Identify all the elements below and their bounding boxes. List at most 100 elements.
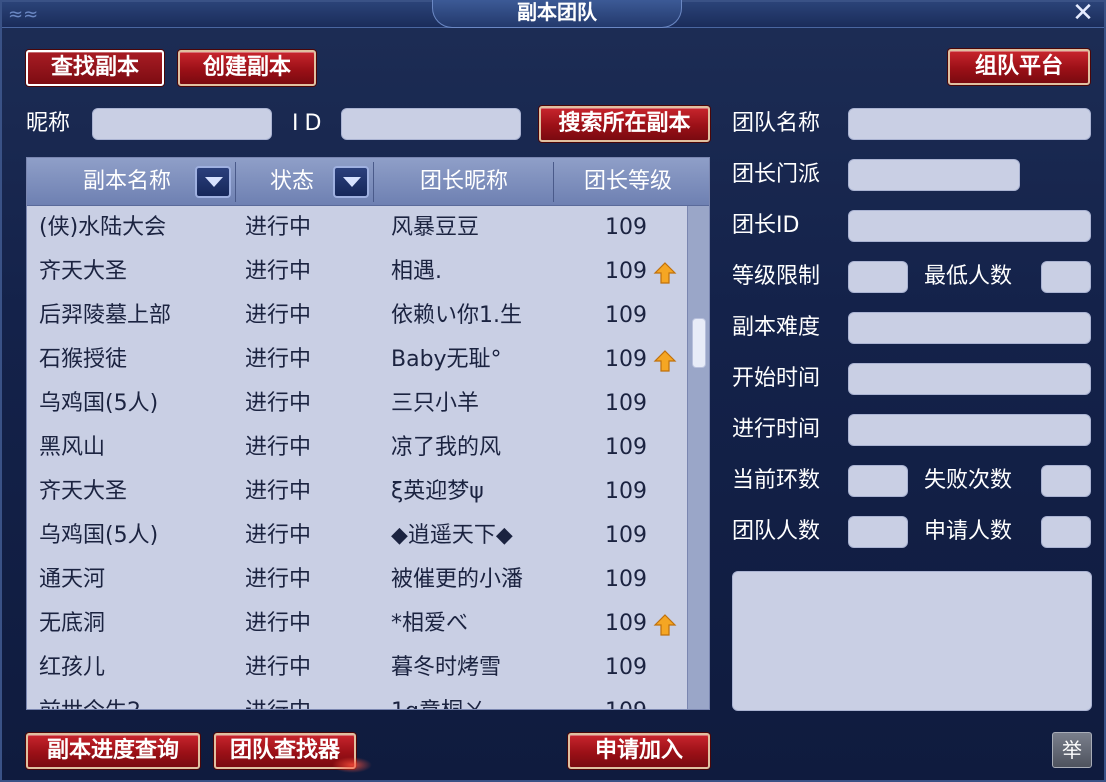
title-bar: ≈≈ 副本团队 ✕ (2, 0, 1104, 28)
cell-status: 进行中 (245, 479, 312, 504)
corner-ornament-left-icon: ≈≈ (8, 4, 39, 25)
id-field[interactable] (341, 108, 521, 140)
nickname-input[interactable] (93, 109, 271, 139)
table-row[interactable]: 后羿陵墓上部 进行中 依赖い你1.生 109 (27, 294, 689, 338)
table-row[interactable]: 乌鸡国(5人) 进行中 ◆逍遥天下◆ 109 (27, 514, 689, 558)
applicants-field (1041, 516, 1091, 548)
difficulty-label: 副本难度 (732, 315, 821, 340)
table-row[interactable]: 齐天大圣 进行中 相遇. 109 (27, 250, 689, 294)
table-row[interactable]: 乌鸡国(5人) 进行中 三只小羊 109 (27, 382, 689, 426)
header-divider (553, 162, 554, 202)
header-divider (373, 162, 374, 202)
cell-status: 进行中 (245, 347, 312, 372)
cell-leader-level: 109 (605, 523, 647, 548)
table-row[interactable]: 无底洞 进行中 *相爱べ 109 (27, 602, 689, 646)
level-up-arrow-icon (653, 350, 677, 372)
table-scrollbar[interactable] (687, 206, 709, 709)
table-row[interactable]: 黑风山 进行中 凉了我的风 109 (27, 426, 689, 470)
current-round-field (848, 465, 908, 497)
cell-status: 进行中 (245, 655, 312, 680)
cell-leader-level: 109 (605, 347, 647, 372)
report-button[interactable]: 举 (1052, 732, 1092, 768)
level-limit-field (848, 261, 908, 293)
table-row[interactable]: 红孩儿 进行中 暮冬时烤雪 109 (27, 646, 689, 690)
find-instance-tab[interactable]: 查找副本 (26, 50, 164, 86)
cell-instance-name: 石猴授徒 (39, 347, 128, 372)
cell-leader-nickname: 被催更的小潘 (391, 567, 524, 592)
cell-leader-nickname: 暮冬时烤雪 (391, 655, 502, 680)
cell-leader-nickname: ◆逍遥天下◆ (391, 523, 513, 548)
cell-leader-level: 109 (605, 479, 647, 504)
leader-id-label: 团长ID (732, 213, 800, 238)
cell-instance-name: 齐天大圣 (39, 479, 128, 504)
cell-leader-nickname: *相爱べ (391, 611, 469, 636)
leader-school-label: 团长门派 (732, 162, 821, 187)
cell-status: 进行中 (245, 303, 312, 328)
cell-leader-nickname: 依赖い你1.生 (391, 303, 522, 328)
level-up-arrow-icon (653, 614, 677, 636)
header-divider (235, 162, 236, 202)
cell-leader-nickname: 三只小羊 (391, 391, 480, 416)
cell-status: 进行中 (245, 259, 312, 284)
elapsed-time-label: 进行时间 (732, 417, 821, 442)
sort-name-dropdown-icon[interactable] (195, 166, 231, 198)
team-description-box (732, 571, 1092, 711)
scroll-thumb[interactable] (692, 318, 706, 368)
cell-leader-level: 109 (605, 259, 647, 284)
table-row[interactable]: 石猴授徒 进行中 Baby无耻° 109 (27, 338, 689, 382)
elapsed-time-field (848, 414, 1091, 446)
cell-instance-name: (侠)水陆大会 (39, 215, 167, 240)
start-time-field (848, 363, 1091, 395)
cell-leader-level: 109 (605, 435, 647, 460)
cell-status: 进行中 (245, 523, 312, 548)
cell-leader-level: 109 (605, 215, 647, 240)
header-leader-nickname: 团长昵称 (419, 169, 508, 194)
team-name-label: 团队名称 (732, 111, 821, 136)
cell-instance-name: 乌鸡国(5人) (39, 391, 159, 416)
cell-leader-level: 109 (605, 655, 647, 680)
sort-status-dropdown-icon[interactable] (333, 166, 369, 198)
cell-leader-nickname: 风暴豆豆 (391, 215, 480, 240)
nickname-field[interactable] (92, 108, 272, 140)
team-size-field (848, 516, 908, 548)
table-row[interactable]: 齐天大圣 进行中 ξ英迎梦ψ 109 (27, 470, 689, 514)
cell-leader-level: 109 (605, 611, 647, 636)
cell-instance-name: 黑风山 (39, 435, 106, 460)
team-size-label: 团队人数 (732, 519, 821, 544)
min-members-label: 最低人数 (924, 264, 1013, 289)
leader-id-field (848, 210, 1091, 242)
cell-leader-nickname: Baby无耻° (391, 347, 502, 372)
search-instance-button[interactable]: 搜索所在副本 (539, 106, 710, 142)
button-glow-decoration (332, 757, 372, 773)
cell-status: 进行中 (245, 690, 311, 709)
table-row[interactable]: 前世今生2 进行中 1g意桐ㄨ 109 (27, 690, 689, 709)
cell-instance-name: 无底洞 (39, 611, 106, 636)
instance-progress-query-button[interactable]: 副本进度查询 (26, 733, 200, 769)
leader-school-field (848, 159, 1020, 191)
cell-leader-nickname: 相遇. (391, 259, 442, 284)
cell-status: 进行中 (245, 215, 312, 240)
table-header: 副本名称 状态 团长昵称 团长等级 (27, 158, 709, 206)
header-leader-level: 团长等级 (583, 169, 672, 194)
close-icon[interactable]: ✕ (1070, 0, 1096, 26)
instance-rows: (侠)水陆大会 进行中 风暴豆豆 109 齐天大圣 进行中 相遇. 109 后羿陵墓上部 进行中依… (27, 206, 689, 709)
id-input[interactable] (342, 109, 520, 139)
team-name-field (848, 108, 1091, 140)
fail-count-label: 失败次数 (924, 468, 1013, 493)
cell-instance-name: 通天河 (39, 567, 106, 592)
header-instance-name: 副本名称 (82, 169, 171, 194)
cell-instance-name: 前世今生2 (39, 690, 141, 709)
header-status: 状态 (269, 169, 314, 194)
table-row[interactable]: (侠)水陆大会 进行中 风暴豆豆 109 (27, 206, 689, 250)
table-row[interactable]: 通天河 进行中 被催更的小潘 109 (27, 558, 689, 602)
cell-instance-name: 红孩儿 (39, 655, 106, 680)
create-instance-tab[interactable]: 创建副本 (178, 50, 316, 86)
cell-leader-level: 109 (605, 391, 647, 416)
instance-team-window: ≈≈ 副本团队 ✕ 查找副本 创建副本 组队平台 昵称 ID 搜索所在副本 副本… (0, 0, 1106, 782)
id-label: ID (292, 111, 328, 136)
cell-leader-nickname: 1g意桐ㄨ (391, 690, 485, 709)
apply-join-button[interactable]: 申请加入 (568, 733, 710, 769)
window-title: 副本团队 (432, 0, 682, 28)
team-platform-button[interactable]: 组队平台 (948, 49, 1090, 85)
cell-leader-nickname: 凉了我的风 (391, 435, 502, 460)
